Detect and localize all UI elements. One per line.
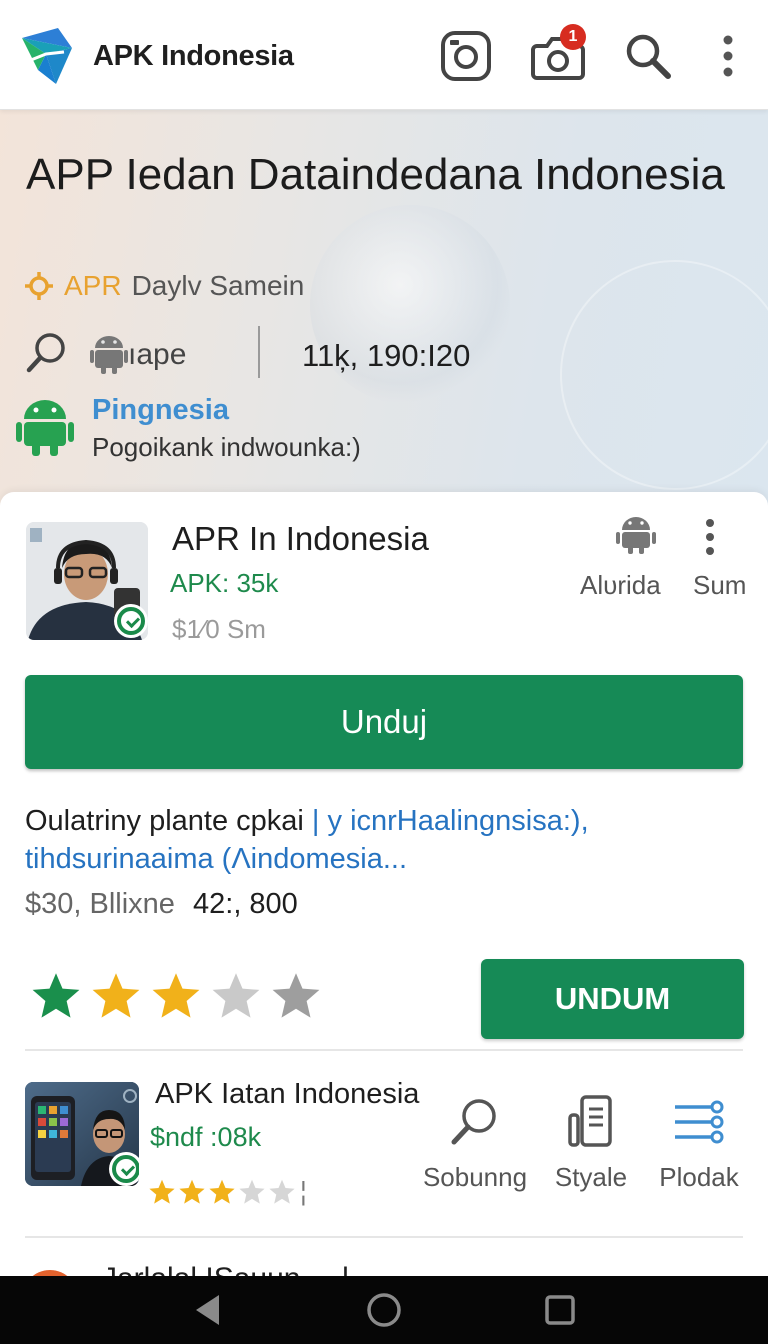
- sum-label: Sum: [693, 570, 747, 600]
- promo-text: Pogoikank indwounka:): [92, 432, 361, 462]
- os-label: Alυrida: [580, 570, 661, 600]
- app-meta: $30, Bllixne 42:, 800: [25, 888, 298, 921]
- app-price: $1⁄0 Sm: [172, 614, 266, 644]
- app-size: APK: 35k: [170, 568, 279, 598]
- android-icon: [16, 400, 74, 456]
- android-icon: [90, 336, 128, 374]
- hero-stat: 11ķ, 190:I20: [302, 338, 471, 373]
- app-name[interactable]: APK Iatan Indonesia: [155, 1078, 419, 1111]
- more-vert-icon[interactable]: [704, 518, 716, 556]
- promo-title[interactable]: Pingnesia: [92, 394, 229, 427]
- verified-badge: [109, 1152, 139, 1186]
- sliders-icon: [675, 1100, 724, 1144]
- star-icon: [212, 973, 260, 1018]
- meta-left: $30, Bllixne: [25, 888, 175, 920]
- hero-subtitle-accent: APR: [64, 270, 122, 301]
- app-name[interactable]: APR In Indonesia: [172, 520, 429, 558]
- divider: [25, 1236, 743, 1238]
- notification-badge: 1: [560, 24, 586, 50]
- action-label: Sobunng: [422, 1162, 528, 1192]
- action-label: Styale: [554, 1162, 628, 1192]
- star-rating[interactable]: [30, 970, 322, 1022]
- description-line2[interactable]: tihdsurinaaima (Λindomesia...: [25, 843, 407, 875]
- app-size: $ndf :08k: [150, 1122, 262, 1152]
- action-sobunng[interactable]: Sobunng: [420, 1086, 530, 1193]
- hero-banner: APP Iedan Dataindedana Indonesia APR Day…: [0, 110, 768, 510]
- star-icon: [209, 1179, 235, 1204]
- star-icon: [239, 1179, 265, 1204]
- more-options-button[interactable]: [700, 28, 756, 84]
- verified-badge: [114, 604, 148, 638]
- hero-subtitle-text: Daylv Samein: [131, 270, 305, 301]
- star-icon: [32, 973, 80, 1018]
- hero-subtitle: APR Daylv Samein: [24, 270, 304, 302]
- platform-label: ıape: [128, 338, 187, 371]
- undum-button[interactable]: UNDUM: [481, 959, 744, 1039]
- star-icon: [272, 973, 320, 1018]
- camera-notifications-button[interactable]: 1: [530, 24, 586, 84]
- app-card: APR In Indonesia APK: 35k $1⁄0 Sm Alυrid…: [0, 492, 768, 1282]
- hero-title: APP Iedan Dataindedana Indonesia: [26, 150, 725, 199]
- action-styale[interactable]: Styale: [536, 1086, 646, 1193]
- description-line1: Oulatriny plante cpkai: [25, 805, 304, 837]
- app-thumbnail[interactable]: [26, 522, 148, 640]
- back-icon: [196, 1295, 219, 1325]
- recents-icon: [545, 1295, 575, 1325]
- hero-stats-row: ıape 11ķ, 190:I20: [26, 326, 726, 386]
- app-title: APK Indonesia: [93, 40, 294, 72]
- app-bar: APK Indonesia 1: [0, 0, 768, 110]
- download-button[interactable]: Unduj: [25, 675, 743, 769]
- meta-right: 42:, 800: [193, 888, 298, 920]
- search-icon: [626, 34, 671, 79]
- star-icon: [179, 1179, 205, 1204]
- search-icon[interactable]: [26, 330, 70, 374]
- recents-button[interactable]: [540, 1290, 580, 1330]
- action-label: Plodak: [659, 1162, 739, 1192]
- instagram-button[interactable]: [438, 28, 494, 84]
- divider: [25, 1049, 743, 1051]
- search-icon: [451, 1099, 496, 1145]
- android-icon: [616, 517, 656, 554]
- home-button[interactable]: [364, 1290, 404, 1330]
- logo-icon: [22, 28, 72, 84]
- home-icon: [367, 1293, 401, 1327]
- description-link[interactable]: | y icnrHaalingnsisa:),: [304, 805, 589, 837]
- star-icon: [269, 1179, 295, 1204]
- instagram-icon: [441, 31, 491, 81]
- search-button[interactable]: [620, 28, 676, 84]
- sun-gear-icon: [25, 272, 53, 300]
- action-plodak[interactable]: Plodak: [644, 1086, 754, 1193]
- system-nav-bar: [0, 1276, 768, 1344]
- screen: APK Indonesia 1 APP Iedan Dataindedana I…: [0, 0, 768, 1344]
- star-rating: ¦: [148, 1176, 307, 1207]
- star-icon: [152, 973, 200, 1018]
- divider: [258, 326, 260, 378]
- star-icon: [92, 973, 140, 1018]
- app-description: Oulatriny plante cpkai | y icnrHaalingns…: [25, 802, 745, 878]
- more-vert-icon: [723, 35, 733, 77]
- star-icon: [149, 1179, 175, 1204]
- rating-tail: ¦: [300, 1176, 307, 1206]
- app-thumbnail[interactable]: [25, 1082, 139, 1186]
- phone-device-icon: [568, 1095, 612, 1147]
- back-button[interactable]: [188, 1290, 228, 1330]
